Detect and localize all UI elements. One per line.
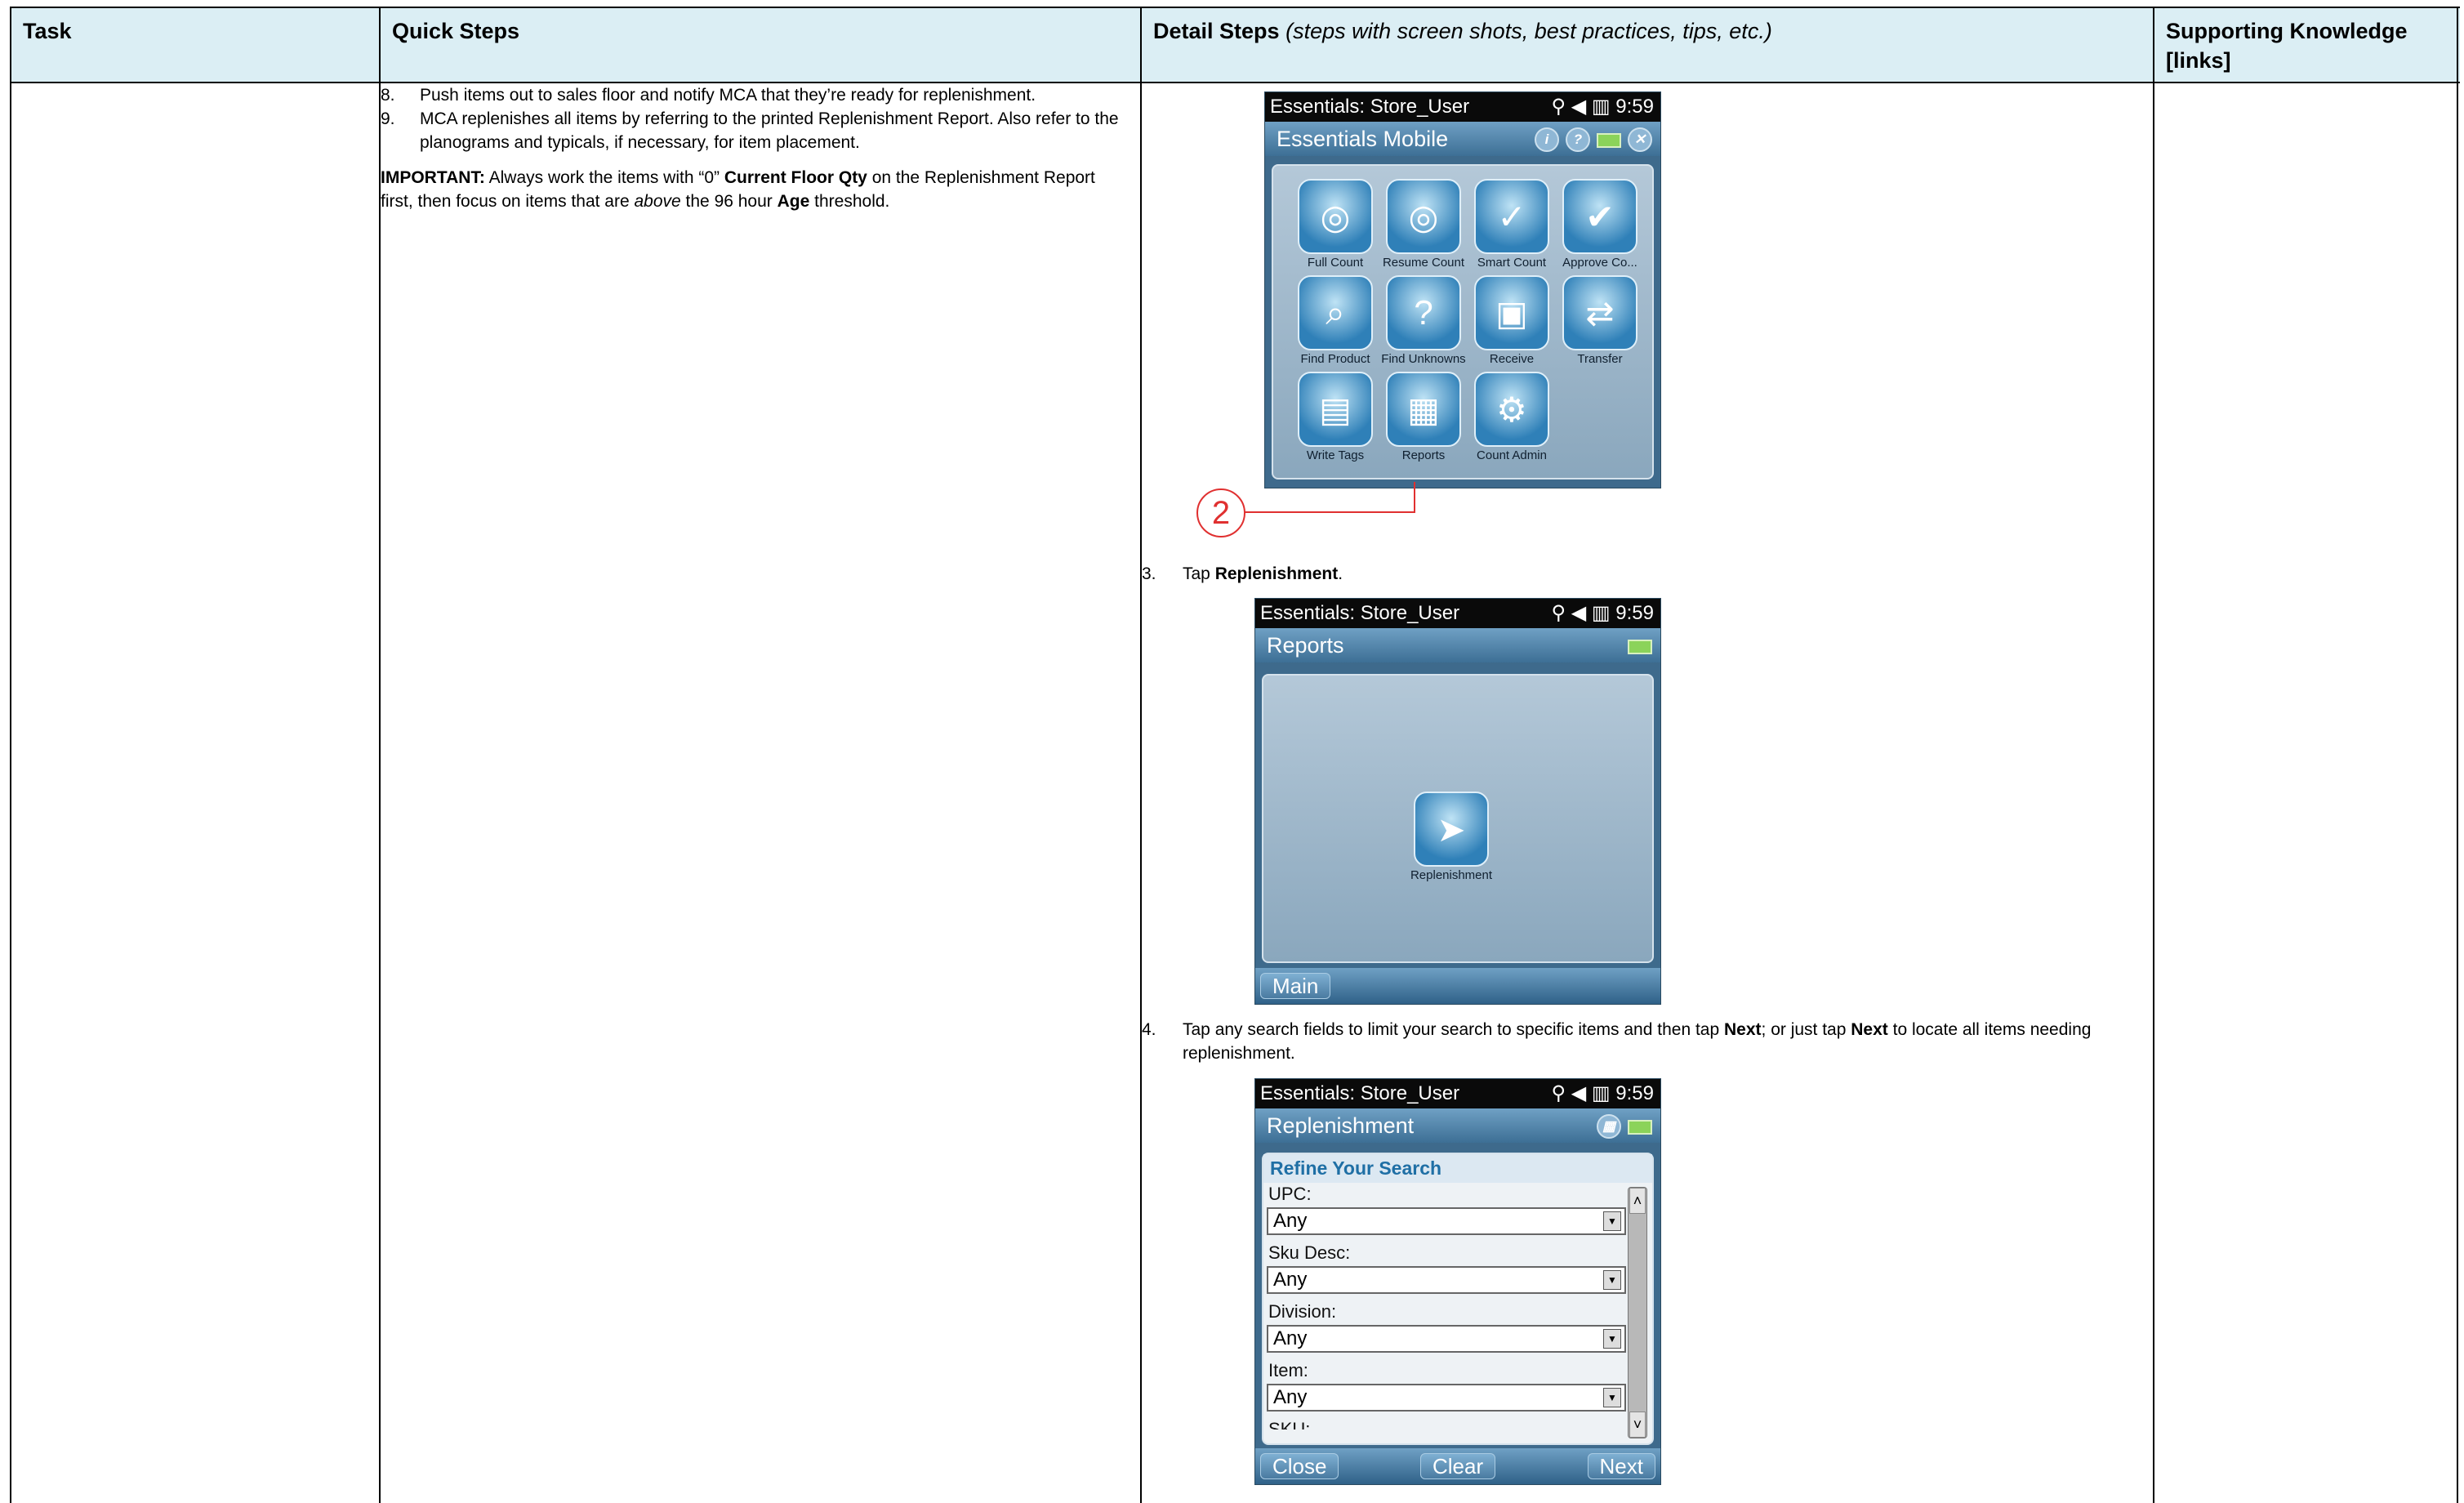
column-divider <box>1140 8 1142 1503</box>
callout-line <box>1244 511 1415 513</box>
callout-line <box>1414 482 1415 513</box>
device-title-bar: Essentials Mobile i? ✕ <box>1265 122 1660 156</box>
app-replenishment[interactable]: ➤ Replenishment <box>1402 787 1500 882</box>
device-status-bar: Essentials: Store_User ⚲ ◀ ▥ 9:59 <box>1265 92 1660 122</box>
scrollbar[interactable]: ˄ ˅ <box>1628 1187 1647 1438</box>
dropdown-arrow-icon: ▼ <box>1603 1329 1621 1349</box>
app-reports[interactable]: ▦ Reports <box>1379 367 1468 463</box>
signal-icon: ⚲ <box>1551 96 1566 118</box>
device-status-bar: Essentials: Store_User ⚲ ◀ ▥ 9:59 <box>1255 599 1660 628</box>
replenishment-icon: ➤ <box>1414 792 1489 867</box>
device-bottom-bar: Close Clear Next <box>1255 1448 1660 1484</box>
arrows-icon: ⇄ <box>1562 275 1637 350</box>
tag-icon: ▤ <box>1298 372 1373 447</box>
important-note: IMPORTANT: Always work the items with “0… <box>381 168 1095 211</box>
signal-icon: ⚲ <box>1551 1082 1566 1104</box>
device-title-bar: Replenishment ▦ <box>1255 1108 1660 1143</box>
header-supporting-knowledge: Supporting Knowledge [links] <box>2166 19 2408 73</box>
check-icon: ✓ <box>1474 179 1549 254</box>
speaker-icon: ◀ <box>1571 1082 1587 1104</box>
item-select[interactable]: Any ▼ <box>1267 1384 1626 1412</box>
approve-icon: ✔ <box>1562 179 1637 254</box>
field-label: SKU: <box>1268 1419 1311 1429</box>
dropdown-arrow-icon: ▼ <box>1603 1388 1621 1407</box>
app-count-admin[interactable]: ⚙ Count Admin <box>1468 367 1556 463</box>
dropdown-arrow-icon: ▼ <box>1603 1270 1621 1290</box>
battery-icon: ▥ <box>1591 96 1611 118</box>
clear-button[interactable]: Clear <box>1420 1453 1496 1479</box>
close-icon[interactable]: ✕ <box>1628 127 1652 152</box>
section-title: Refine Your Search <box>1263 1154 1652 1183</box>
field-label: Division: <box>1268 1301 1337 1322</box>
help-icon[interactable]: ? <box>1566 127 1590 152</box>
question-icon: ? <box>1386 275 1461 350</box>
close-button[interactable]: Close <box>1260 1453 1339 1479</box>
battery-icon <box>1628 640 1652 654</box>
app-grid-panel: ◎ Full Count ◎ Resume Count ✓ Smart Count ✔… <box>1272 164 1654 479</box>
device-status-bar: Essentials: Store_User ⚲ ◀ ▥ 9:59 <box>1255 1079 1660 1108</box>
report-icon: ▦ <box>1386 372 1461 447</box>
detail-step-4: 4. Tap any search fields to limit your se… <box>1142 1020 2092 1063</box>
header-detail-note: (steps with screen shots, best practices… <box>1285 19 1772 43</box>
magnifier-icon: ⌕ <box>1298 275 1373 350</box>
header-task: Task <box>23 19 72 43</box>
next-button[interactable]: Next <box>1587 1453 1655 1479</box>
quick-steps-content: 8. Push items out to sales floor and noti… <box>381 83 1132 213</box>
field-label: UPC: <box>1268 1184 1312 1204</box>
device-bottom-bar: Main <box>1255 968 1660 1004</box>
battery-icon: ▥ <box>1591 1082 1611 1104</box>
list-item: 9. MCA replenishes all items by referring… <box>381 109 1119 152</box>
sku-desc-select[interactable]: Any ▼ <box>1267 1266 1626 1294</box>
app-smart-count[interactable]: ✓ Smart Count <box>1468 174 1556 270</box>
app-approve-count[interactable]: ✔ Approve Co... <box>1556 174 1644 270</box>
scroll-down-icon[interactable]: ˅ <box>1629 1412 1646 1438</box>
speaker-icon: ◀ <box>1571 602 1587 624</box>
keyboard-icon[interactable]: ▦ <box>1597 1114 1621 1139</box>
device-screenshot-reports: Essentials: Store_User ⚲ ◀ ▥ 9:59 Reports… <box>1254 598 1661 1005</box>
app-write-tags[interactable]: ▤ Write Tags <box>1291 367 1379 463</box>
wifi-icon: ◎ <box>1298 179 1373 254</box>
box-icon: ▣ <box>1474 275 1549 350</box>
app-full-count[interactable]: ◎ Full Count <box>1291 174 1379 270</box>
detail-step-3: 3. Tap Replenishment. <box>1142 564 1343 583</box>
battery-icon <box>1597 133 1621 148</box>
speaker-icon: ◀ <box>1571 96 1587 118</box>
column-divider <box>2457 8 2458 1503</box>
reports-panel: ➤ Replenishment <box>1262 674 1654 963</box>
procedure-table: Task Quick Steps Detail Steps (steps wit… <box>10 7 2460 1503</box>
header-quick-steps: Quick Steps <box>392 19 520 43</box>
field-label: Item: <box>1268 1360 1308 1380</box>
division-select[interactable]: Any ▼ <box>1267 1325 1626 1353</box>
scroll-up-icon[interactable]: ˄ <box>1629 1188 1646 1214</box>
device-title-bar: Reports <box>1255 628 1660 662</box>
main-button[interactable]: Main <box>1260 973 1331 999</box>
column-divider <box>379 8 381 1503</box>
app-transfer[interactable]: ⇄ Transfer <box>1556 270 1644 367</box>
field-label: Sku Desc: <box>1268 1242 1351 1263</box>
column-divider <box>2153 8 2154 1503</box>
dropdown-arrow-icon: ▼ <box>1603 1211 1621 1231</box>
list-item: 8. Push items out to sales floor and noti… <box>381 86 1036 105</box>
app-resume-count[interactable]: ◎ Resume Count <box>1379 174 1468 270</box>
device-screenshot-home: Essentials: Store_User ⚲ ◀ ▥ 9:59 Essenti… <box>1264 91 1661 488</box>
app-find-product[interactable]: ⌕ Find Product <box>1291 270 1379 367</box>
device-screenshot-replenishment: Essentials: Store_User ⚲ ◀ ▥ 9:59 Repleni… <box>1254 1078 1661 1485</box>
header-detail-steps: Detail Steps (steps with screen shots, b… <box>1153 19 1772 43</box>
signal-icon: ⚲ <box>1551 602 1566 624</box>
upc-select[interactable]: Any ▼ <box>1267 1207 1626 1235</box>
battery-icon: ▥ <box>1591 602 1611 624</box>
wifi-icon: ◎ <box>1386 179 1461 254</box>
app-receive[interactable]: ▣ Receive <box>1468 270 1556 367</box>
info-icon[interactable]: i <box>1535 127 1559 152</box>
battery-icon <box>1628 1120 1652 1135</box>
gear-icon: ⚙ <box>1474 372 1549 447</box>
callout-number: 2 <box>1196 488 1245 537</box>
app-find-unknowns[interactable]: ? Find Unknowns <box>1379 270 1468 367</box>
search-form: Refine Your Search UPC: Any ▼ Sku Desc: A… <box>1262 1153 1654 1445</box>
